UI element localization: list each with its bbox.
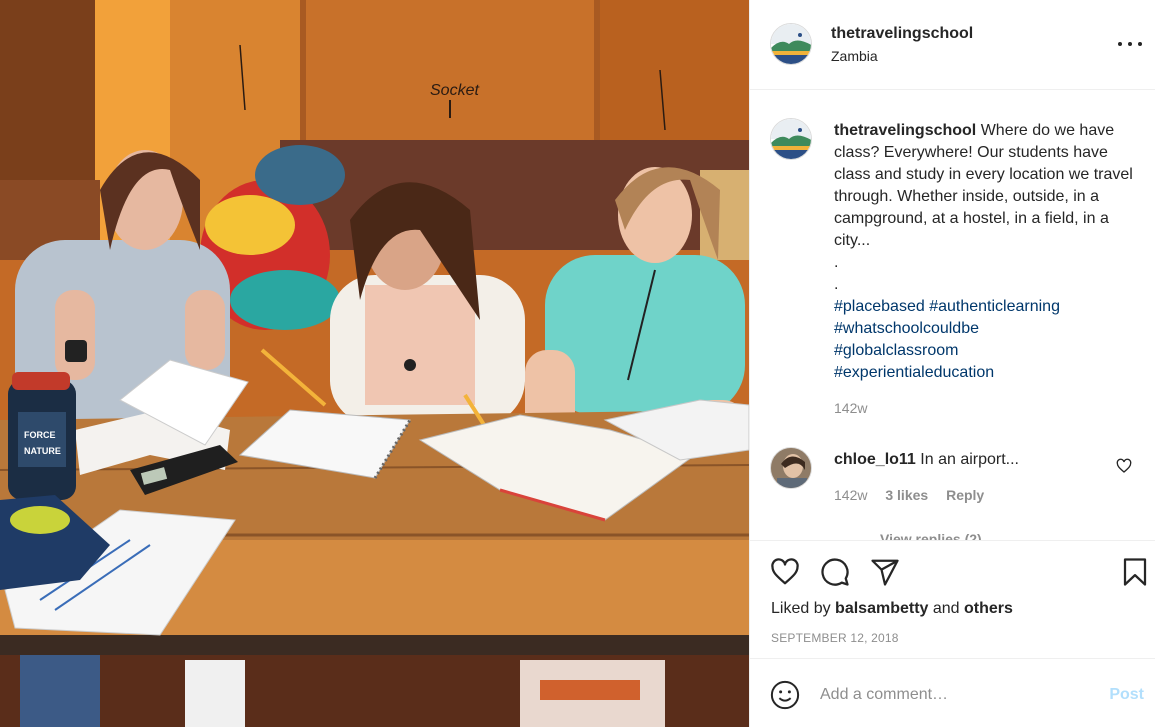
hashtag-row: #placebased #authenticlearning [834,296,1134,318]
post-date[interactable]: SEPTEMBER 12, 2018 [771,631,899,645]
liked-by-others[interactable]: others [964,600,1013,617]
post-caption: thetravelingschool Where do we have clas… [834,120,1134,384]
post-actions: Liked by balsambetty and others SEPTEMBE… [750,540,1155,658]
add-comment-bar: Post [750,658,1155,727]
hashtag-link[interactable]: #placebased [834,298,925,315]
bottle-label-bottom: NATURE [24,446,61,456]
profile-avatar[interactable] [770,23,812,65]
comment-likes[interactable]: 3 likes [885,487,928,503]
hashtag-link[interactable]: #authenticlearning [929,298,1060,315]
comment-age[interactable]: 142w [834,487,867,503]
wall-sign: Socket [430,82,479,99]
hashtag-link[interactable]: #globalclassroom [834,340,1134,362]
commenter-avatar[interactable] [770,447,812,489]
comment-input[interactable] [820,681,1100,709]
comment-username[interactable]: chloe_lo11 [834,451,916,468]
smiley-icon[interactable] [770,680,800,710]
user-photo-icon [771,448,811,488]
reply-button[interactable]: Reply [946,487,984,503]
bottle-label-top: FORCE [24,430,56,440]
post-comment-button[interactable]: Post [1109,686,1144,704]
classroom-photo: Socket FORCE NATURE [0,0,749,727]
liked-by-conj: and [932,600,960,617]
caption-dot: . [834,276,839,293]
caption-age[interactable]: 142w [834,400,867,416]
comment-heart-icon[interactable] [1116,458,1132,474]
more-dot [1138,42,1142,46]
caption-text: Where do we have class? Everywhere! Our … [834,122,1133,249]
liked-by-text: Liked by balsambetty and others [771,600,1013,618]
paper-plane-icon[interactable] [870,557,900,587]
heart-icon[interactable] [770,557,800,587]
liked-by-user[interactable]: balsambetty [835,600,928,617]
comment-body: chloe_lo11 In an airport... [834,451,1019,469]
header-location[interactable]: Zambia [831,48,878,64]
more-dot [1128,42,1132,46]
header-username[interactable]: thetravelingschool [831,25,973,43]
caption-dot: . [834,254,839,271]
bookmark-icon[interactable] [1120,557,1150,587]
hashtag-link[interactable]: #whatschoolcouldbe [834,318,1134,340]
caption-avatar[interactable] [770,118,812,160]
post-photo[interactable]: Socket FORCE NATURE [0,0,749,727]
comment-bubble-icon[interactable] [820,557,850,587]
post-header: thetravelingschool Zambia [750,0,1155,90]
comment-text: In an airport... [920,451,1019,468]
comments-scroll-area[interactable]: thetravelingschool Where do we have clas… [750,91,1155,540]
more-options-icon[interactable] [1118,34,1142,54]
more-dot [1118,42,1122,46]
liked-by-prefix: Liked by [771,600,831,617]
post-panel: thetravelingschool Zambia thetravelingsc… [749,0,1155,727]
view-replies-link[interactable]: View replies (2) [880,531,982,540]
mountain-logo-icon [771,24,811,64]
mountain-logo-icon [771,119,811,159]
hashtag-link[interactable]: #experientialeducation [834,362,1134,384]
caption-username[interactable]: thetravelingschool [834,122,976,139]
comment-meta: 142w 3 likes Reply [834,487,998,503]
